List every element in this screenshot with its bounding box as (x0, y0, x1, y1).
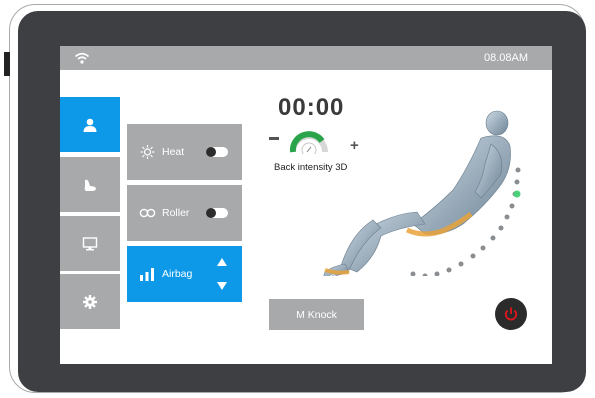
airbag-control[interactable]: Airbag (127, 246, 242, 302)
gear-icon (83, 294, 97, 309)
heat-toggle-knob (206, 147, 216, 157)
nav-display[interactable] (60, 216, 120, 271)
m-knock-button[interactable]: M Knock (269, 299, 364, 330)
nav-massage-mode[interactable] (60, 157, 120, 212)
roller-control[interactable]: Roller (127, 185, 242, 241)
roller-icon (139, 208, 156, 218)
roller-toggle-knob (206, 208, 216, 218)
status-bar: 08.08AM (60, 46, 552, 70)
foot-icon (84, 179, 96, 191)
sun-icon (140, 145, 155, 159)
power-icon (504, 307, 518, 321)
device-side-button (4, 52, 10, 76)
airbag-down-arrow-icon[interactable] (217, 282, 227, 290)
monitor-icon (82, 236, 98, 250)
screen: 08.08AM Heat Roller Airbag 00:00 + Back … (60, 46, 552, 364)
heat-control[interactable]: Heat (127, 124, 242, 180)
intensity-decrease-button[interactable] (269, 137, 279, 140)
massage-chair-illustration (323, 110, 522, 276)
nav-settings[interactable] (60, 274, 120, 329)
heat-label: Heat (162, 146, 185, 158)
power-button[interactable] (495, 298, 527, 330)
signal-bars-icon (140, 268, 154, 281)
wifi-icon (74, 52, 90, 64)
roller-label: Roller (162, 207, 190, 219)
airbag-label: Airbag (162, 268, 193, 280)
user-icon (83, 118, 97, 132)
nav-user[interactable] (60, 97, 120, 152)
status-clock: 08.08AM (483, 52, 528, 64)
heat-toggle[interactable] (206, 147, 228, 157)
roller-toggle[interactable] (206, 208, 228, 218)
airbag-up-arrow-icon[interactable] (217, 258, 227, 266)
